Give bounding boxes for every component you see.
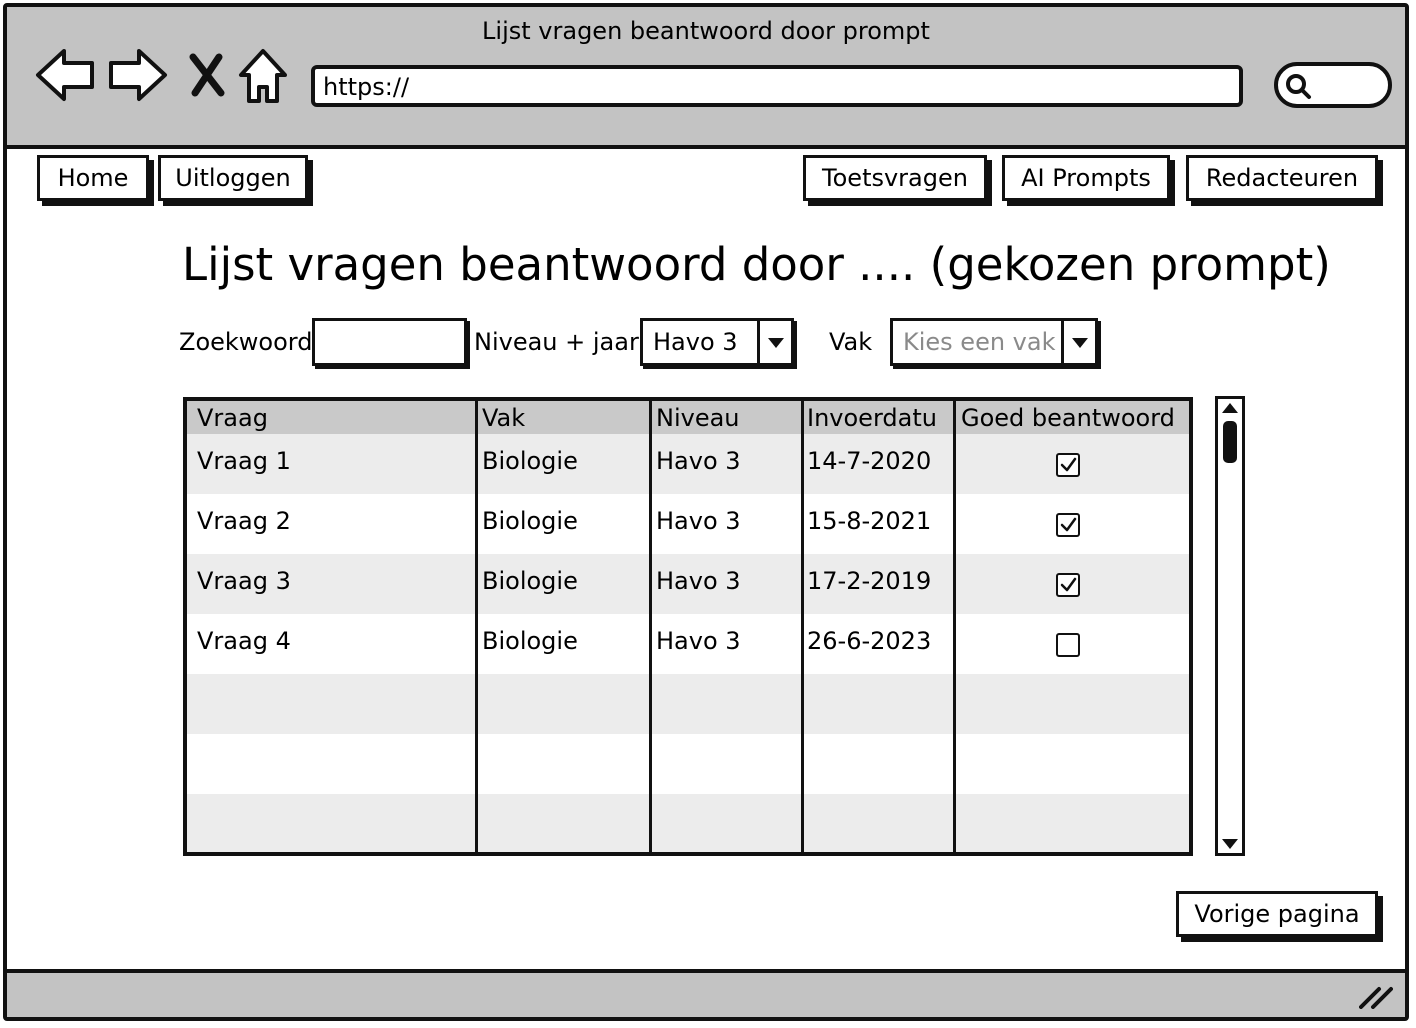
logout-button[interactable]: Uitloggen — [158, 155, 308, 201]
table-row[interactable]: Vraag 3 Biologie Havo 3 17-2-2019 — [187, 554, 1189, 614]
table-cell-date: 15-8-2021 — [807, 507, 932, 535]
checkbox-checked-icon — [1060, 457, 1077, 472]
table-cell-subject: Biologie — [482, 447, 578, 475]
subject-select-placeholder: Kies een vak — [903, 328, 1056, 356]
browser-chrome: Lijst vragen beantwoord door prompt http… — [7, 7, 1405, 149]
page-title: Lijst vragen beantwoord door .... (gekoz… — [182, 238, 1331, 291]
scroll-up-icon — [1222, 403, 1238, 413]
table-cell-level: Havo 3 — [656, 567, 741, 595]
table-row[interactable] — [187, 674, 1189, 734]
table-cell-question: Vraag 1 — [197, 447, 291, 475]
editors-button[interactable]: Redacteuren — [1186, 155, 1378, 201]
table-cell-date: 17-2-2019 — [807, 567, 932, 595]
checkbox-checked-icon — [1060, 577, 1077, 592]
test-questions-button[interactable]: Toetsvragen — [803, 155, 987, 201]
url-bar[interactable]: https:// — [311, 65, 1243, 107]
table-row[interactable] — [187, 794, 1189, 852]
table-cell-level: Havo 3 — [656, 447, 741, 475]
browser-search-field[interactable] — [1274, 62, 1392, 108]
table-cell-subject: Biologie — [482, 627, 578, 655]
table-cell-subject: Biologie — [482, 507, 578, 535]
table-cell-question: Vraag 3 — [197, 567, 291, 595]
column-divider — [801, 401, 804, 852]
close-icon[interactable] — [189, 53, 225, 97]
table-scrollbar[interactable] — [1215, 396, 1245, 856]
browser-window: Lijst vragen beantwoord door prompt http… — [3, 3, 1409, 1021]
column-divider — [649, 401, 652, 852]
table-row[interactable]: Vraag 1 Biologie Havo 3 14-7-2020 — [187, 434, 1189, 494]
column-header-subject[interactable]: Vak — [482, 404, 525, 432]
column-header-level[interactable]: Niveau — [656, 404, 740, 432]
back-arrow-icon[interactable] — [34, 47, 96, 103]
checkbox-unchecked[interactable] — [1056, 633, 1080, 657]
checkbox-checked[interactable] — [1056, 573, 1080, 597]
keyword-label: Zoekwoord — [179, 328, 313, 356]
column-header-date[interactable]: Invoerdatu — [807, 404, 937, 432]
scroll-thumb — [1223, 421, 1237, 463]
home-button[interactable]: Home — [37, 155, 149, 201]
table-cell-level: Havo 3 — [656, 627, 741, 655]
column-header-correct[interactable]: Goed beantwoord — [961, 404, 1175, 432]
level-label: Niveau + jaar — [474, 328, 639, 356]
table-cell-date: 14-7-2020 — [807, 447, 932, 475]
ai-prompts-button[interactable]: AI Prompts — [1002, 155, 1170, 201]
search-icon — [1286, 74, 1311, 99]
home-icon[interactable] — [237, 47, 289, 105]
column-divider — [475, 401, 478, 852]
checkbox-checked[interactable] — [1056, 453, 1080, 477]
checkbox-checked[interactable] — [1056, 513, 1080, 537]
scroll-down-icon — [1222, 839, 1238, 849]
chevron-down-icon[interactable] — [1061, 321, 1095, 363]
table-cell-date: 26-6-2023 — [807, 627, 932, 655]
table-cell-question: Vraag 2 — [197, 507, 291, 535]
previous-page-button[interactable]: Vorige pagina — [1176, 891, 1378, 937]
level-select-value: Havo 3 — [653, 328, 738, 356]
table-row[interactable]: Vraag 4 Biologie Havo 3 26-6-2023 — [187, 614, 1189, 674]
table-cell-level: Havo 3 — [656, 507, 741, 535]
subject-select[interactable]: Kies een vak — [890, 318, 1098, 366]
table-row[interactable]: Vraag 2 Biologie Havo 3 15-8-2021 — [187, 494, 1189, 554]
status-bar — [7, 969, 1405, 1017]
column-header-question[interactable]: Vraag — [197, 404, 268, 432]
scrollbar-graphics — [1222, 403, 1238, 849]
forward-arrow-icon[interactable] — [107, 47, 169, 103]
chevron-down-icon[interactable] — [757, 321, 791, 363]
checkbox-checked-icon — [1060, 517, 1077, 532]
table-cell-subject: Biologie — [482, 567, 578, 595]
level-select[interactable]: Havo 3 — [640, 318, 794, 366]
window-title: Lijst vragen beantwoord door prompt — [482, 17, 930, 45]
questions-table: Vraag 1 Biologie Havo 3 14-7-2020 Vraag 2 Bio… — [183, 397, 1193, 856]
keyword-input[interactable] — [312, 318, 467, 366]
table-cell-question: Vraag 4 — [197, 627, 291, 655]
resize-grip-icon[interactable] — [1359, 985, 1393, 1009]
table-row[interactable] — [187, 734, 1189, 794]
subject-label: Vak — [829, 328, 873, 356]
column-divider — [953, 401, 956, 852]
